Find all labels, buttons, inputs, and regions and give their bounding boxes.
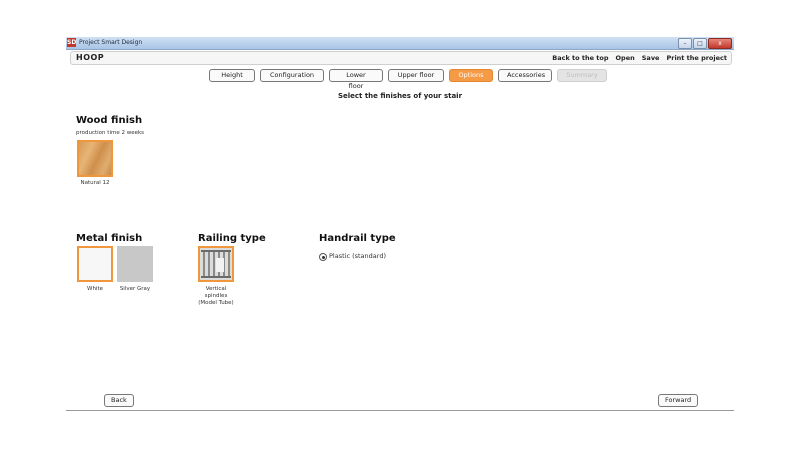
tab-accessories[interactable]: Accessories — [498, 69, 552, 82]
tab-summary: Summary — [557, 69, 607, 82]
tab-configuration[interactable]: Configuration — [260, 69, 324, 82]
handrail-type-title: Handrail type — [319, 233, 396, 244]
railing-spindles-icon — [200, 248, 232, 280]
wood-swatch-natural-12[interactable] — [77, 140, 113, 177]
print-project-link[interactable]: Print the project — [666, 52, 727, 64]
tab-options[interactable]: Options — [449, 69, 493, 82]
tab-height[interactable]: Height — [209, 69, 255, 82]
top-toolbar: HOOP Back to the top Open Save Print the… — [70, 51, 732, 65]
wood-swatch-label: Natural 12 — [80, 180, 110, 186]
metal-white-label: White — [87, 286, 103, 292]
page-heading: Select the finishes of your stair — [337, 92, 463, 100]
metal-swatch-silver-gray[interactable] — [117, 246, 153, 282]
app-window: SD Project Smart Design – □ x HOOP Back … — [66, 37, 734, 413]
forward-button[interactable]: Forward — [658, 394, 699, 407]
metal-swatch-white[interactable] — [77, 246, 113, 282]
maximize-icon[interactable]: □ — [693, 38, 707, 49]
bottom-divider — [66, 410, 734, 411]
top-links: Back to the top Open Save Print the proj… — [552, 52, 727, 64]
railing-swatch-vertical-spindles[interactable] — [198, 246, 234, 282]
save-link[interactable]: Save — [642, 52, 660, 64]
app-logo: HOOP — [76, 53, 105, 62]
tab-upper-floor[interactable]: Upper floor — [388, 69, 444, 82]
railing-label-line-3: (Model Tube) — [198, 300, 234, 306]
title-bar: SD Project Smart Design – □ x — [66, 37, 734, 50]
close-icon[interactable]: x — [708, 38, 732, 49]
railing-label-line-1: Vertical — [205, 286, 227, 292]
railing-type-title: Railing type — [198, 233, 266, 244]
tab-lower-floor[interactable]: Lower floor — [329, 69, 383, 90]
metal-finish-title: Metal finish — [76, 233, 143, 244]
step-tabs: Height Configuration Lower floor Upper f… — [209, 69, 607, 90]
back-to-top-link[interactable]: Back to the top — [552, 52, 608, 64]
window-title: Project Smart Design — [79, 39, 143, 46]
back-button[interactable]: Back — [104, 394, 134, 407]
railing-label: Vertical spindles (Model Tube) — [190, 286, 242, 307]
app-icon: SD — [67, 38, 77, 47]
handrail-plastic-label: Plastic (standard) — [329, 252, 386, 260]
open-link[interactable]: Open — [616, 52, 635, 64]
production-time-note: production time 2 weeks — [76, 130, 145, 136]
metal-silver-gray-label: Silver Gray — [119, 286, 151, 292]
railing-label-line-2: spindles — [204, 293, 228, 299]
handrail-plastic-radio[interactable] — [319, 253, 327, 261]
window-controls: – □ x — [678, 38, 732, 49]
minimize-icon[interactable]: – — [678, 38, 692, 49]
wood-finish-title: Wood finish — [76, 115, 143, 126]
